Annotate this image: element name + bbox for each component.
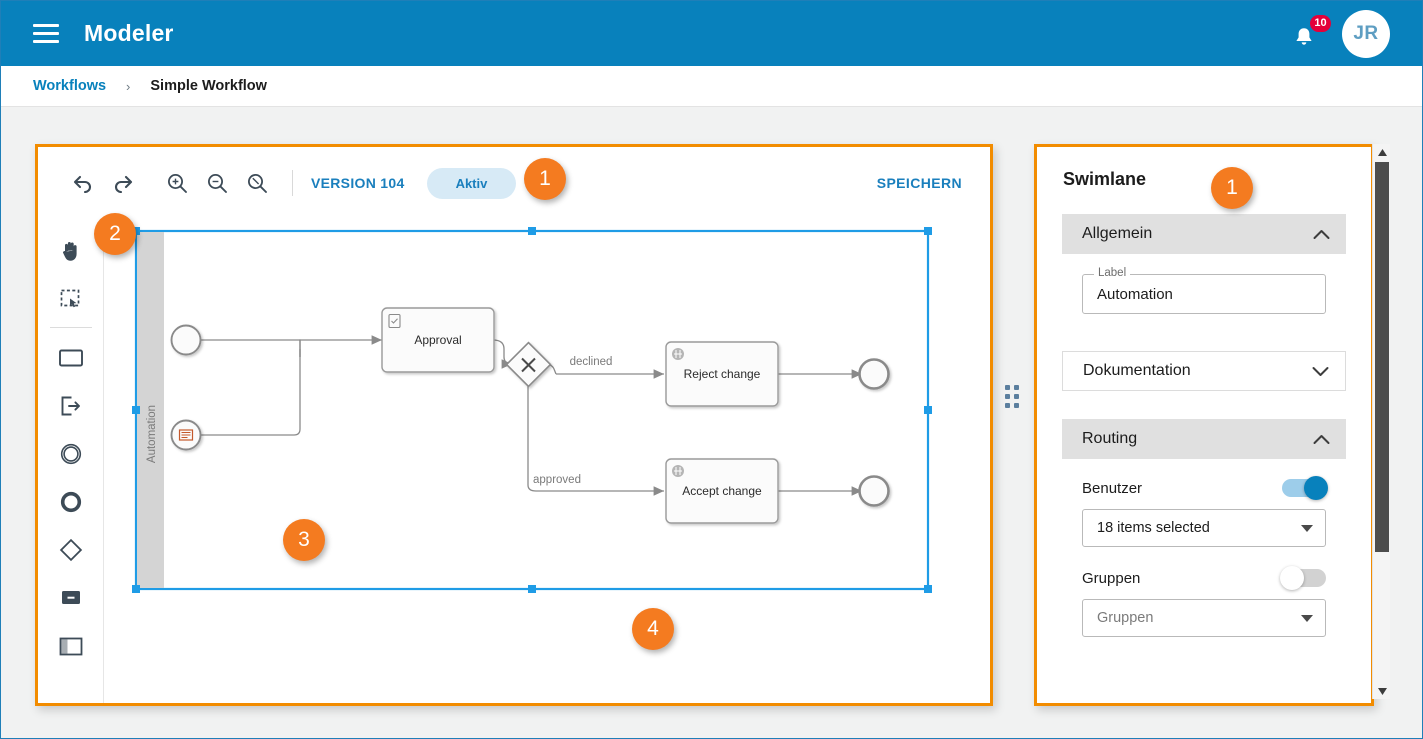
undo-icon[interactable]: [66, 166, 100, 200]
scrollbar-thumb[interactable]: [1375, 162, 1389, 552]
service-task-icon-accept: [672, 465, 684, 477]
end-event-node-1: [858, 358, 890, 390]
callout-badge-3: 3: [283, 519, 325, 561]
notification-badge: 10: [1310, 14, 1331, 32]
callout-badge-4: 4: [632, 608, 674, 650]
intermediate-event-icon[interactable]: [47, 430, 95, 478]
benutzer-select[interactable]: 18 items selected: [1082, 509, 1326, 547]
benutzer-select-value: 18 items selected: [1097, 520, 1210, 536]
workspace: VERSION 104 Aktiv SPEICHERN Automation A…: [1, 108, 1422, 738]
gruppen-select-value: Gruppen: [1097, 610, 1154, 626]
toolbar-divider: [292, 170, 293, 196]
gruppen-toggle[interactable]: [1280, 566, 1326, 590]
start-event-node: [170, 324, 202, 356]
section-dokumentation: Dokumentation: [1062, 351, 1346, 391]
section-routing-label: Routing: [1082, 430, 1138, 447]
bpmn-diagram-canvas[interactable]: Automation Approval declined approved Re…: [104, 219, 990, 703]
end-event-node-2: [858, 475, 890, 507]
header-actions: 10 JR: [1292, 9, 1390, 58]
section-dokumentation-header[interactable]: Dokumentation: [1062, 351, 1346, 391]
panel-resize-handle[interactable]: [1003, 382, 1021, 410]
version-label: VERSION 104: [311, 175, 405, 191]
palette-divider: [49, 327, 92, 328]
callout-badge-2: 2: [94, 213, 136, 255]
lasso-tool-icon[interactable]: [47, 275, 95, 323]
label-field-value: Automation: [1097, 285, 1173, 303]
task-icon[interactable]: [47, 334, 95, 382]
label-field[interactable]: Label Automation: [1082, 267, 1326, 314]
section-routing: Routing Benutzer 18 items selected Grupp…: [1062, 419, 1346, 653]
bell-icon[interactable]: 10: [1292, 14, 1331, 50]
section-allgemein: Allgemein Label Automation: [1062, 214, 1346, 330]
flow-label-approved: approved: [533, 474, 581, 486]
bpmn-graphics: Automation Approval declined approved Re…: [132, 227, 932, 593]
task-accept-change-label: Accept change: [682, 484, 762, 498]
properties-scrollbar[interactable]: [1372, 144, 1390, 699]
section-dokumentation-label: Dokumentation: [1083, 362, 1191, 379]
redo-icon[interactable]: [106, 166, 140, 200]
gruppen-row: Gruppen: [1082, 566, 1326, 590]
subprocess-icon[interactable]: [47, 574, 95, 622]
modeler-canvas-card: VERSION 104 Aktiv SPEICHERN Automation A…: [35, 144, 993, 706]
chevron-right-icon: ›: [126, 78, 131, 94]
lane-label: Automation: [146, 405, 158, 463]
page-title: Modeler: [84, 20, 174, 46]
modeler-toolbar: VERSION 104 Aktiv SPEICHERN: [38, 147, 990, 219]
breadcrumb: Workflows › Simple Workflow: [1, 66, 1422, 107]
gruppen-label: Gruppen: [1082, 569, 1141, 587]
zoom-in-icon[interactable]: [160, 166, 194, 200]
callout-badge-1: 1: [524, 158, 566, 200]
end-event-icon[interactable]: [47, 382, 95, 430]
caret-up-icon[interactable]: [1373, 144, 1391, 160]
flow-label-declined: declined: [570, 356, 613, 368]
chevron-down-icon: [1301, 614, 1313, 622]
properties-panel-card: Swimlane Allgemein Label Automation Doku…: [1034, 144, 1374, 706]
label-field-caption: Label: [1094, 267, 1131, 279]
element-palette: [38, 219, 104, 703]
callout-badge-panel-1: 1: [1211, 167, 1253, 209]
status-badge[interactable]: Aktiv: [426, 167, 517, 199]
chevron-up-icon[interactable]: [1312, 225, 1330, 243]
chevron-down-icon[interactable]: [1311, 362, 1329, 380]
benutzer-toggle[interactable]: [1282, 476, 1328, 500]
section-allgemein-header[interactable]: Allgemein: [1062, 214, 1346, 254]
hamburger-icon[interactable]: [33, 24, 59, 43]
gateway-icon[interactable]: [47, 526, 95, 574]
section-allgemein-label: Allgemein: [1082, 225, 1153, 242]
hand-tool-icon[interactable]: [47, 227, 95, 275]
breadcrumb-link-workflows[interactable]: Workflows: [33, 78, 106, 94]
zoom-reset-icon[interactable]: [240, 166, 274, 200]
zoom-out-icon[interactable]: [200, 166, 234, 200]
benutzer-label: Benutzer: [1082, 479, 1143, 497]
task-approval-label: Approval: [414, 333, 461, 347]
service-task-icon-reject: [672, 348, 684, 360]
caret-down-icon[interactable]: [1373, 683, 1391, 699]
avatar[interactable]: JR: [1342, 9, 1390, 58]
section-routing-header[interactable]: Routing: [1062, 419, 1346, 459]
save-button[interactable]: SPEICHERN: [877, 175, 962, 191]
app-header: Modeler 10 JR: [1, 1, 1422, 66]
section-allgemein-body: Label Automation: [1062, 254, 1346, 330]
chevron-up-icon[interactable]: [1312, 430, 1330, 448]
application-window: Modeler 10 JR Workflows › Simple Workflo…: [0, 0, 1423, 739]
benutzer-row: Benutzer: [1082, 476, 1328, 500]
chevron-down-icon: [1301, 524, 1313, 532]
section-routing-body: Benutzer 18 items selected Gruppen Grupp…: [1062, 459, 1346, 653]
gruppen-select[interactable]: Gruppen: [1082, 599, 1326, 637]
task-reject-change-label: Reject change: [684, 367, 761, 381]
properties-panel: Swimlane Allgemein Label Automation Doku…: [1037, 147, 1371, 703]
swimlane-icon[interactable]: [47, 622, 95, 670]
start-event-icon[interactable]: [47, 478, 95, 526]
breadcrumb-current: Simple Workflow: [150, 78, 267, 94]
